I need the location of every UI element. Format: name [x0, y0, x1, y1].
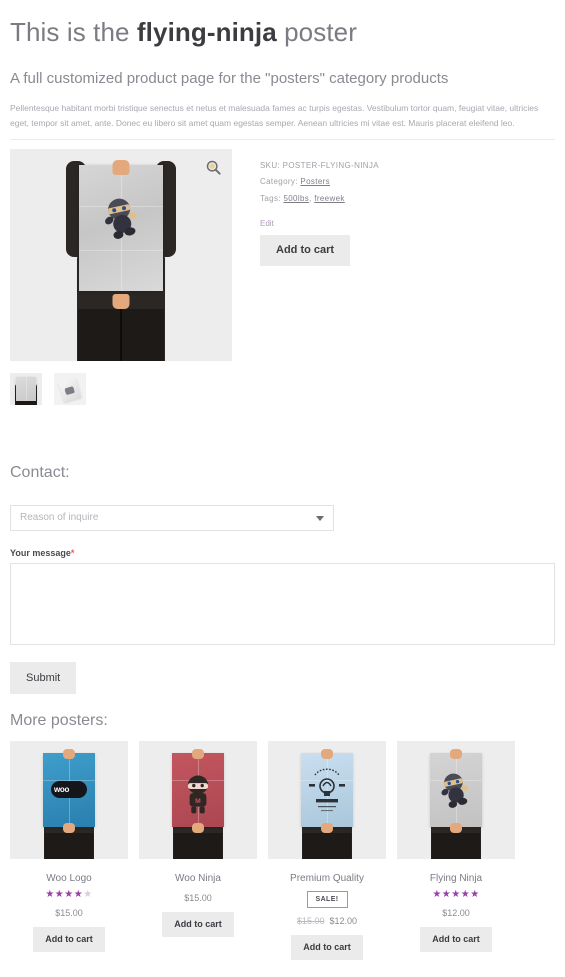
- card-add-to-cart-button[interactable]: Add to cart: [420, 926, 492, 952]
- price-current: $15.00: [184, 893, 212, 903]
- product-card: woo Woo Logo ★★★★★ $15.00 Add to cart: [10, 741, 128, 960]
- magnifier-zoom-icon[interactable]: [206, 160, 221, 175]
- related-products-grid: woo Woo Logo ★★★★★ $15.00 Add to cart M …: [10, 741, 555, 960]
- product-card-rating: ★★★★★: [45, 889, 93, 900]
- required-marker: *: [70, 548, 75, 558]
- product-main-image[interactable]: [10, 148, 232, 361]
- tags-label: Tags:: [260, 193, 281, 203]
- poster-illustration: [10, 149, 232, 361]
- product-sku: SKU: POSTER-FLYING-NINJA: [260, 161, 555, 171]
- product-card-price: $15.00 $12.00: [268, 916, 386, 927]
- thumbnail-1[interactable]: [10, 372, 42, 405]
- category-label: Category:: [260, 177, 298, 187]
- reason-of-inquire-select[interactable]: Reason of inquire: [10, 505, 334, 531]
- poster-sheet: [79, 164, 163, 291]
- thumbnail-2[interactable]: [54, 372, 86, 405]
- premium-quality-badge-icon: [309, 768, 345, 812]
- product-card-title[interactable]: Flying Ninja: [397, 873, 515, 885]
- product-card-price: $15.00: [139, 893, 257, 904]
- category-link-posters[interactable]: Posters: [300, 177, 330, 186]
- contact-form: Reason of inquire Your message* Submit: [10, 505, 555, 694]
- product-card-image[interactable]: [397, 741, 515, 859]
- card-add-to-cart-button[interactable]: Add to cart: [33, 926, 105, 952]
- sale-badge: SALE!: [306, 891, 348, 908]
- product-card: Premium Quality SALE! $15.00 $12.00 Add t…: [268, 741, 386, 960]
- svg-text:M: M: [195, 798, 201, 805]
- card-add-to-cart-button[interactable]: Add to cart: [291, 934, 363, 960]
- product-tags: Tags: 500lbs, freewek: [260, 194, 555, 204]
- page-description: Pellentesque habitant morbi tristique se…: [10, 103, 539, 128]
- submit-button[interactable]: Submit: [10, 662, 77, 694]
- more-posters-heading: More posters:: [10, 712, 108, 729]
- product-card-rating: ★★★★★: [432, 889, 480, 900]
- page-title: This is the flying-ninja poster: [10, 16, 555, 49]
- product-gallery: [10, 148, 232, 405]
- card-add-to-cart-button[interactable]: Add to cart: [162, 911, 234, 937]
- product-page: This is the flying-ninja poster A full c…: [0, 0, 565, 977]
- price-current: $15.00: [55, 908, 83, 918]
- price-current: $12.00: [442, 908, 470, 918]
- product-card-price: $12.00: [397, 908, 515, 919]
- ninja-character-icon: [105, 198, 137, 239]
- message-textarea[interactable]: [10, 563, 555, 645]
- price-current: $12.00: [329, 916, 358, 926]
- product-card: Flying Ninja ★★★★★ $12.00 Add to cart: [397, 741, 515, 960]
- sku-label: SKU:: [260, 160, 281, 170]
- tag-link-0[interactable]: 500lbs: [283, 194, 309, 203]
- page-title-pre: This is the: [10, 17, 137, 47]
- hand-bottom: [112, 293, 130, 309]
- contact-heading: Contact:: [10, 464, 70, 481]
- sku-value: POSTER-FLYING-NINJA: [282, 160, 379, 170]
- edit-product-link[interactable]: Edit: [260, 219, 274, 228]
- section-divider: [10, 138, 555, 140]
- product-card-title[interactable]: Woo Ninja: [139, 873, 257, 885]
- message-field-label: Your message*: [10, 548, 555, 558]
- hand-top: [112, 159, 130, 175]
- reason-select-wrapper: Reason of inquire: [10, 505, 334, 531]
- product-card: M Woo Ninja $15.00 Add to cart: [139, 741, 257, 960]
- product-card-image[interactable]: [268, 741, 386, 859]
- tag-link-1[interactable]: freewek: [314, 194, 344, 203]
- product-card-image[interactable]: M: [139, 741, 257, 859]
- thumbnail-list: [10, 372, 232, 405]
- message-label-text: Your message: [10, 548, 71, 558]
- page-title-product-slug: flying-ninja: [136, 17, 277, 47]
- product-container: SKU: POSTER-FLYING-NINJA Category: Poste…: [10, 148, 555, 405]
- woo-ninja-character-icon: M: [187, 775, 209, 814]
- page-title-post: poster: [276, 17, 357, 47]
- page-subtitle: A full customized product page for the "…: [10, 69, 449, 87]
- product-category: Category: Posters: [260, 177, 555, 187]
- product-summary: SKU: POSTER-FLYING-NINJA Category: Poste…: [232, 149, 555, 266]
- legs: [78, 308, 164, 361]
- add-to-cart-button[interactable]: Add to cart: [260, 234, 351, 266]
- product-card-title[interactable]: Woo Logo: [10, 873, 128, 885]
- product-card-price: $15.00: [10, 908, 128, 919]
- product-card-title[interactable]: Premium Quality: [268, 873, 386, 885]
- ninja-character-icon: [441, 773, 469, 808]
- price-original: $15.00: [296, 916, 325, 926]
- product-card-image[interactable]: woo: [10, 741, 128, 859]
